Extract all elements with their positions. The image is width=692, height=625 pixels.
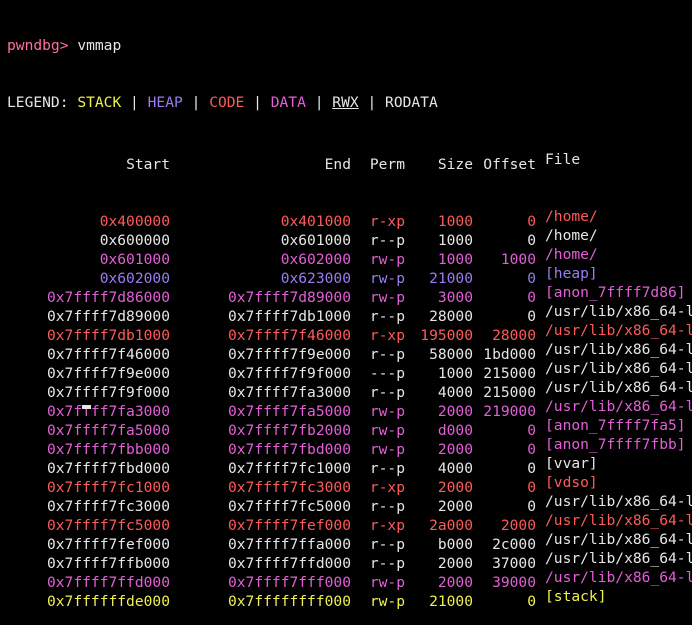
prompt-command: vmmap (77, 37, 122, 54)
legend-prefix: LEGEND: (7, 94, 69, 111)
table-row: 0x7ffff7fc3000 0x7ffff7fc5000 r--p 2000 0/us… (7, 492, 692, 515)
table-row: 0x400000 0x401000 r-xp 1000 0/home/ (7, 207, 692, 230)
table-row: 0x7ffff7fbd000 0x7ffff7fc1000 r--p 4000 0 [vv… (7, 454, 692, 477)
cell-end: 0x7ffffffff000 (227, 593, 351, 610)
prompt-label: pwndbg> (7, 37, 69, 54)
cell-file: /usr/lib/x86_64-l (545, 531, 692, 548)
cell-file: /usr/lib/x86_64-l (545, 322, 692, 339)
legend-separator: | (130, 94, 139, 111)
cell-file: [anon_7ffff7fbb] (545, 436, 686, 453)
legend-item-stack: STACK (77, 94, 122, 111)
cell-file: [vvar] (545, 455, 598, 472)
table-header: Start End Perm Size Offset File (7, 150, 692, 173)
cell-file: [heap] (545, 265, 598, 282)
legend-items: STACK | HEAP | CODE | DATA | RWX | RODAT… (77, 94, 437, 111)
legend-separator: | (191, 94, 201, 111)
table-row: 0x7ffff7f46000 0x7ffff7f9e000 r--p 58000 1bd… (7, 340, 692, 363)
cell-file: /usr/lib/x86_64-l (545, 303, 692, 320)
legend-separator: | (367, 94, 377, 111)
cell-file: /home/ (545, 227, 598, 244)
table-row: 0x601000 0x602000 rw-p 1000 1000/home/ (7, 245, 692, 268)
legend-item-heap: HEAP (147, 94, 183, 111)
table-row: 0x602000 0x623000 rw-p 21000 0 [heap] (7, 264, 692, 287)
cell-file: /usr/lib/x86_64-l (545, 550, 692, 567)
cell-file: [vdso] (545, 474, 598, 491)
legend-item-rwx: RWX (332, 94, 359, 111)
table-row: 0x7ffff7fbb000 0x7ffff7fbd000 rw-p 2000 0 [an… (7, 435, 692, 458)
cell-perm: rw-p (369, 593, 405, 610)
cell-file: /home/ (545, 208, 598, 225)
table-row: 0x7ffff7d86000 0x7ffff7d89000 rw-p 3000 0 [an… (7, 283, 692, 306)
table-row: 0x7ffff7fa5000 0x7ffff7fb2000 rw-p d000 0 [an… (7, 416, 692, 439)
terminal-output: pwndbg> vmmap LEGEND: STACK | HEAP | COD… (7, 0, 692, 625)
cell-file: /usr/lib/x86_64-l (545, 512, 692, 529)
header-offset: Offset (483, 156, 536, 173)
terminal-cursor (82, 405, 91, 409)
table-row: 0x7ffff7ffb000 0x7ffff7ffd000 r--p 2000 3700… (7, 549, 692, 572)
legend-line: LEGEND: STACK | HEAP | CODE | DATA | RWX… (7, 93, 692, 112)
cell-offset: 0 (527, 593, 536, 610)
cell-file: /usr/lib/x86_64-l (545, 341, 692, 358)
cell-file: /usr/lib/x86_64-l (545, 360, 692, 377)
header-perm: Perm (369, 156, 405, 173)
table-row: 0x7ffff7fc1000 0x7ffff7fc3000 r-xp 2000 0 [vd… (7, 473, 692, 496)
legend-item-rodata: RODATA (385, 94, 438, 111)
legend-separator: | (253, 94, 262, 111)
table-row: 0x600000 0x601000 r--p 1000 0/home/ (7, 226, 692, 249)
cell-file: /usr/lib/x86_64-l (545, 569, 692, 586)
mapping-rows: 0x400000 0x401000 r-xp 1000 0/home/0x600000 0… (7, 207, 692, 610)
table-row: 0x7ffff7fa3000 0x7ffff7fa5000 rw-p 2000 2190… (7, 397, 692, 420)
cell-start: 0x7ffffffde000 (46, 593, 170, 610)
legend-item-data: DATA (270, 94, 306, 111)
header-end: End (324, 156, 351, 173)
table-row: 0x7ffff7fc5000 0x7ffff7fef000 r-xp 2a000 200… (7, 511, 692, 534)
cell-file: /usr/lib/x86_64-l (545, 493, 692, 510)
header-start: Start (126, 156, 170, 173)
table-row: 0x7ffffffde000 0x7ffffffff000 rw-p 21000 0 [s… (7, 587, 692, 610)
header-size: Size (437, 156, 473, 173)
cell-file: [anon_7ffff7fa5] (545, 417, 686, 434)
table-row: 0x7ffff7ffd000 0x7ffff7fff000 rw-p 2000 3900… (7, 568, 692, 591)
cell-size: 21000 (429, 593, 473, 610)
cell-file: [anon_7ffff7d86] (545, 284, 686, 301)
prompt-line: pwndbg> vmmap (7, 36, 692, 55)
legend-separator: | (314, 94, 324, 111)
cell-file: /usr/lib/x86_64-l (545, 379, 692, 396)
table-row: 0x7ffff7f9f000 0x7ffff7fa3000 r--p 4000 2150… (7, 378, 692, 401)
legend-item-code: CODE (209, 94, 245, 111)
table-row: 0x7ffff7f9e000 0x7ffff7f9f000 ---p 1000 2150… (7, 359, 692, 382)
cell-file: [stack] (545, 588, 607, 605)
table-row: 0x7ffff7db1000 0x7ffff7f46000 r-xp 195000 28… (7, 321, 692, 344)
cell-file: /home/ (545, 246, 598, 263)
table-row: 0x7ffff7d89000 0x7ffff7db1000 r--p 28000 0/u… (7, 302, 692, 325)
header-file: File (545, 151, 581, 168)
table-row: 0x7ffff7fef000 0x7ffff7ffa000 r--p b000 2c00… (7, 530, 692, 553)
cell-file: /usr/lib/x86_64-l (545, 398, 692, 415)
